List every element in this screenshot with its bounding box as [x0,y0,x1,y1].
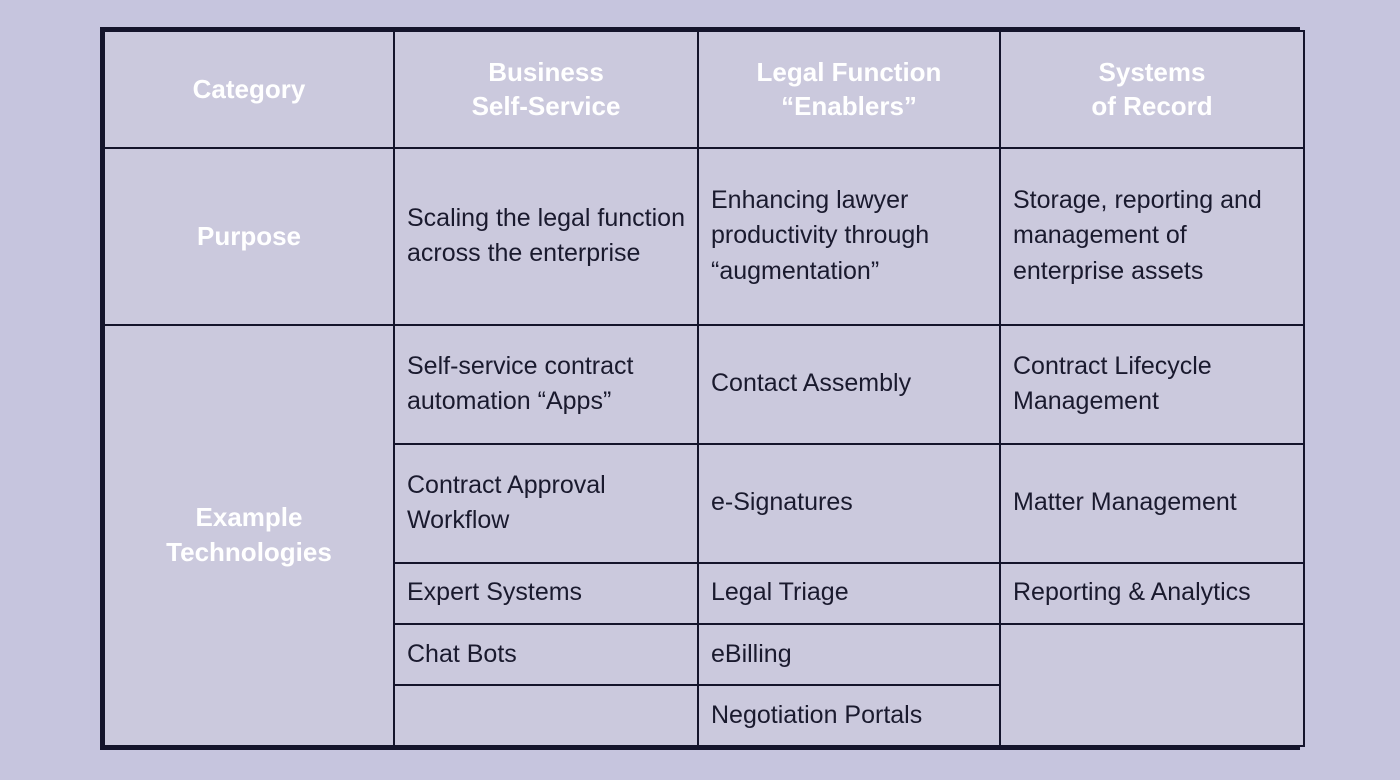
column-header-category: Category [103,30,395,149]
comparison-table-container: Category Business Self-Service Legal Fun… [100,27,1305,750]
table-row-technologies-1: Example Technologies Self-service contra… [103,323,1305,748]
column-header-business-self-service: Business Self-Service [393,30,699,149]
cell-technology-systems-empty [999,622,1305,748]
row-header-purpose: Purpose [103,146,395,326]
cell-technology-legal-1-text: Contact Assembly [711,369,912,398]
cell-technology-systems-1-text: Contract Lifecycle Management [1013,351,1212,416]
cell-technology-systems-3: Reporting & Analytics [999,561,1305,625]
cell-purpose-systems-text: Storage, reporting and management of ent… [1013,185,1262,285]
cell-purpose-business-text: Scaling the legal function across the en… [407,203,685,268]
cell-technology-systems-1: Contract Lifecycle Management [999,323,1305,445]
cell-technology-business-4: Chat Bots [393,622,699,686]
cell-technology-systems-3-text: Reporting & Analytics [1013,578,1251,607]
column-header-systems-of-record: Systems of Record [999,30,1305,149]
column-header-legal-function-enablers: Legal Function “Enablers” [697,30,1001,149]
cell-purpose-legal-text: Enhancing lawyer productivity through “a… [711,185,930,285]
cell-technology-legal-5-text: Negotiation Portals [711,700,923,729]
row-header-example-technologies-label: Example Technologies [166,502,332,568]
row-header-purpose-label: Purpose [196,220,302,251]
cell-purpose-legal: Enhancing lawyer productivity through “a… [697,146,1001,326]
column-header-business-self-service-label: Business Self-Service [471,56,621,122]
cell-technology-business-2: Contract Approval Workflow [393,442,699,564]
cell-purpose-business: Scaling the legal function across the en… [393,146,699,326]
cell-technology-legal-5: Negotiation Portals [697,683,1001,748]
cell-technology-business-1: Self-service contract automation “Apps” [393,323,699,445]
cell-technology-business-3-text: Expert Systems [407,578,583,607]
cell-technology-legal-1: Contact Assembly [697,323,1001,445]
cell-technology-business-empty [393,683,699,748]
cell-technology-business-3: Expert Systems [393,561,699,625]
column-header-category-label: Category [192,73,306,104]
cell-technology-legal-3: Legal Triage [697,561,1001,625]
column-header-legal-function-enablers-label: Legal Function “Enablers” [756,56,942,122]
cell-technology-systems-2: Matter Management [999,442,1305,564]
column-header-systems-of-record-label: Systems of Record [1091,56,1213,122]
table-header-row: Category Business Self-Service Legal Fun… [103,30,1305,149]
cell-technology-legal-4: eBilling [697,622,1001,686]
legal-technology-matrix-table: Category Business Self-Service Legal Fun… [103,30,1305,748]
table-row-purpose: Purpose Scaling the legal function acros… [103,146,1305,326]
cell-technology-business-1-text: Self-service contract automation “Apps” [407,351,634,416]
cell-technology-legal-3-text: Legal Triage [711,578,849,607]
cell-technology-legal-4-text: eBilling [711,639,792,668]
cell-technology-systems-2-text: Matter Management [1013,488,1237,517]
cell-technology-legal-2: e-Signatures [697,442,1001,564]
cell-technology-business-4-text: Chat Bots [407,639,517,668]
cell-technology-business-2-text: Contract Approval Workflow [407,470,606,535]
row-header-example-technologies: Example Technologies [103,323,395,748]
cell-technology-legal-2-text: e-Signatures [711,488,853,517]
cell-purpose-systems: Storage, reporting and management of ent… [999,146,1305,326]
